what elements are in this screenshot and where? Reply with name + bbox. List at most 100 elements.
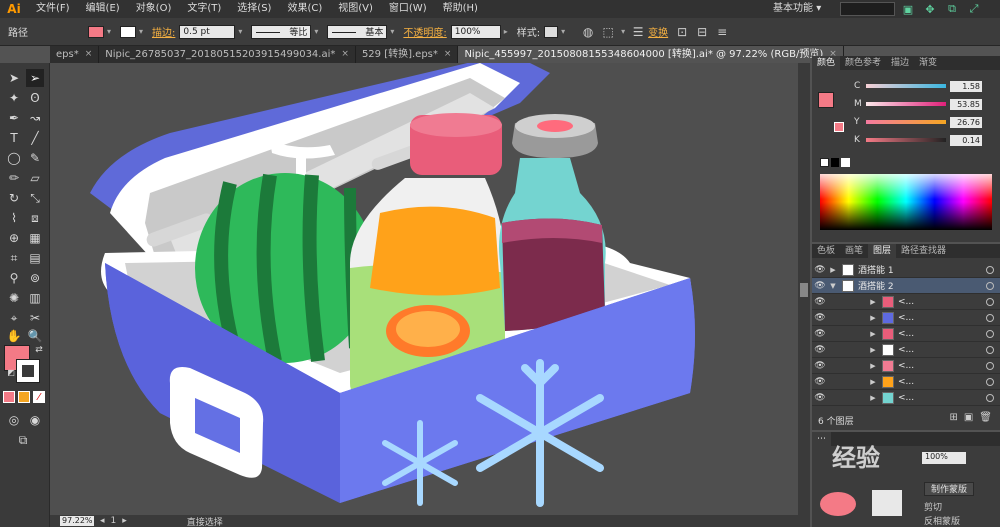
vertical-scrollbar[interactable] [798,63,810,527]
menu-type[interactable]: 文字(T) [179,0,229,18]
make-mask-button[interactable]: 制作蒙版 [924,482,975,496]
eye-icon[interactable]: 👁 [812,345,828,355]
layer-row-selected[interactable]: 👁 ▼ 酒搭能 2 [812,278,1000,294]
close-icon[interactable]: × [444,46,452,63]
type-tool-icon[interactable]: T [5,129,23,147]
lasso-tool-icon[interactable]: ʘ [26,89,44,107]
black-value-input[interactable]: 0.14 [950,134,982,146]
rotate-tool-icon[interactable]: ↻ [5,189,23,207]
magenta-value-input[interactable]: 53.85 [950,98,982,110]
warp-tool-icon[interactable]: ⌇ [5,209,23,227]
target-icon[interactable] [986,297,994,306]
none-mode-icon[interactable]: ⁄ [33,391,45,403]
variable-width-profile[interactable]: 等比 [251,24,312,39]
default-colors-icon[interactable]: ◩ [2,363,20,381]
color-mode-icon[interactable] [3,391,15,403]
menu-edit[interactable]: 编辑(E) [78,0,128,18]
panel-fill-swatch[interactable] [818,92,834,108]
new-sublayer-icon[interactable]: ⊞ [949,412,957,423]
artboard-tool-icon[interactable]: ⌖ [5,309,23,327]
cyan-slider-row[interactable]: C 1.58 [854,80,982,92]
help-search-input[interactable] [840,2,895,16]
sublayer-name[interactable]: <... [898,361,986,371]
eye-icon[interactable]: 👁 [812,377,828,387]
chevron-right-icon[interactable]: ▶ [868,314,878,322]
sublayer-row[interactable]: 👁 ▶ <... [812,358,1000,374]
artboard-number[interactable]: 1 [111,516,117,526]
sublayer-name[interactable]: <... [898,377,986,387]
chevron-right-icon[interactable]: ▶ [868,298,878,306]
artboard-canvas[interactable] [50,63,798,515]
selection-tool-icon[interactable]: ➤ [5,69,23,87]
chevron-right-icon[interactable]: ▶ [868,330,878,338]
line-tool-icon[interactable]: ╱ [26,129,44,147]
direct-selection-tool-icon[interactable]: ➢ [26,69,44,87]
eyedropper-tool-icon[interactable]: ⚲ [5,269,23,287]
save-icon[interactable]: ▣ [900,1,916,17]
pen-tool-icon[interactable]: ✒ [5,109,23,127]
eye-icon[interactable]: 👁 [812,313,828,323]
tab-stroke[interactable]: 描边 [886,56,914,70]
mesh-tool-icon[interactable]: ⌗ [5,249,23,267]
tab-brushes[interactable]: 画笔 [840,244,868,258]
recolor-icon[interactable]: ◍ [578,23,598,41]
chevron-down-icon[interactable]: ▾ [618,27,628,36]
isolate-icon[interactable]: ⊟ [692,23,712,41]
chevron-right-icon[interactable]: ▸ [501,27,511,36]
tab-transparency[interactable]: ⋯ [812,432,831,446]
gradient-mode-icon[interactable] [18,391,30,403]
chevron-right-icon[interactable]: ▶ [868,346,878,354]
black-slider[interactable] [866,138,946,142]
sublayer-row[interactable]: 👁 ▶ <... [812,294,1000,310]
scale-tool-icon[interactable]: ⤡ [26,189,44,207]
paintbrush-tool-icon[interactable]: ✎ [26,149,44,167]
document-tab[interactable]: 529 [转换].eps* × [356,46,459,63]
sublayer-name[interactable]: <... [898,329,986,339]
eye-icon[interactable]: 👁 [812,265,828,275]
clip-checkbox[interactable]: 剪切 [924,500,942,513]
magic-wand-tool-icon[interactable]: ✦ [5,89,23,107]
stroke-panel-link[interactable]: 描边: [152,24,175,39]
target-icon[interactable] [986,329,994,338]
chevron-right-icon[interactable]: ▶ [868,362,878,370]
chevron-down-icon[interactable]: ▾ [311,27,321,36]
stroke-color-picker[interactable]: ▾ [120,25,146,38]
sublayer-row[interactable]: 👁 ▶ <... [812,342,1000,358]
opacity-input[interactable]: 100% [450,24,501,39]
menu-help[interactable]: 帮助(H) [435,0,486,18]
magenta-slider-row[interactable]: M 53.85 [854,98,982,110]
menu-file[interactable]: 文件(F) [28,0,78,18]
transform-icon[interactable]: ⊡ [672,23,692,41]
invert-mask-checkbox[interactable]: 反相蒙版 [924,514,960,527]
arrange-icon[interactable]: ✥ [922,1,938,17]
sublayer-row[interactable]: 👁 ▶ <... [812,390,1000,406]
eye-icon[interactable]: 👁 [812,361,828,371]
black-slider-row[interactable]: K 0.14 [854,134,982,146]
eye-icon[interactable]: 👁 [812,297,828,307]
graphic-style-swatch[interactable] [544,25,559,38]
menu-select[interactable]: 选择(S) [229,0,279,18]
blend-tool-icon[interactable]: ⊚ [26,269,44,287]
symbol-sprayer-tool-icon[interactable]: ✺ [5,289,23,307]
fill-color-picker[interactable]: ▾ [88,25,114,38]
draw-inside-icon[interactable]: ◉ [26,411,44,429]
menu-effect[interactable]: 效果(C) [279,0,330,18]
curvature-tool-icon[interactable]: ↝ [26,109,44,127]
new-layer-icon[interactable]: ▣ [964,412,973,423]
tab-pathfinder[interactable]: 路径查找器 [896,244,951,258]
eye-icon[interactable]: 👁 [812,281,828,291]
ellipse-tool-icon[interactable]: ◯ [5,149,23,167]
perspective-grid-tool-icon[interactable]: ▦ [26,229,44,247]
stroke-weight-input[interactable]: 0.5 pt [179,24,236,39]
panel-stroke-swatch[interactable] [834,122,844,132]
workspace-switcher[interactable]: 基本功能 ▾ [773,0,821,18]
screen-mode-icon[interactable]: ⧉ [14,431,32,449]
yellow-value-input[interactable]: 26.76 [950,116,982,128]
sublayer-name[interactable]: <... [898,297,986,307]
target-icon[interactable] [986,361,994,370]
menu-object[interactable]: 对象(O) [128,0,180,18]
shape-builder-tool-icon[interactable]: ⊕ [5,229,23,247]
none-swatch[interactable] [820,158,829,167]
brush-definition[interactable]: 基本 [327,24,388,39]
cyan-slider[interactable] [866,84,946,88]
